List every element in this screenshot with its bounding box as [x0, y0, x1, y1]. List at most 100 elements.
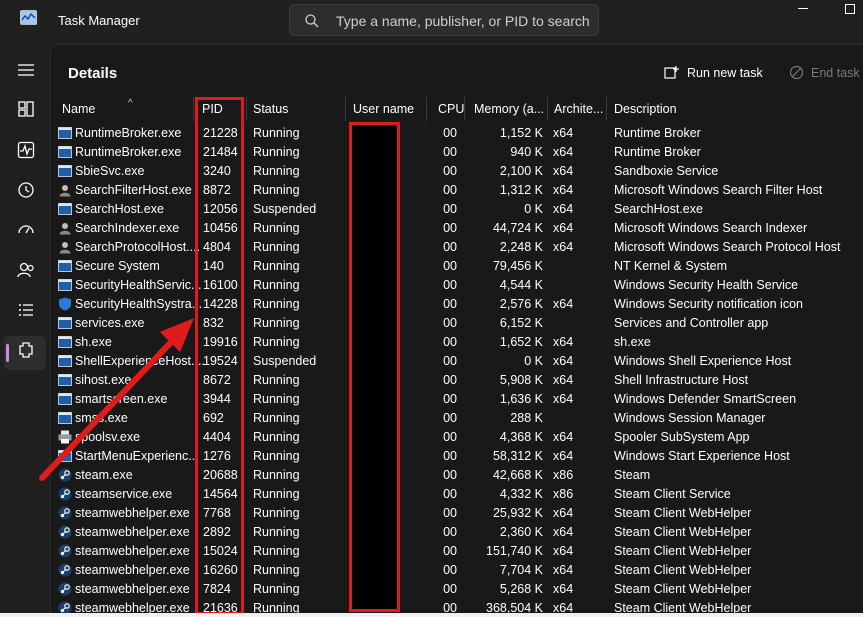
process-description: Steam	[614, 468, 651, 482]
process-memory: 25,932 K	[492, 506, 543, 520]
process-name: ShellExperienceHost....	[75, 354, 205, 368]
app-window-icon	[58, 203, 72, 215]
column-header-memory[interactable]: Memory (a...	[470, 97, 548, 121]
search-user-icon	[59, 223, 71, 235]
table-row[interactable]: RuntimeBroker.exe 21484 Running 00 940 Kx64 R…	[51, 143, 863, 162]
process-description: Microsoft Windows Search Indexer	[614, 221, 808, 235]
process-name: sh.exe	[75, 335, 112, 349]
column-header-cpu[interactable]: CPU	[434, 97, 465, 121]
process-name: Secure System	[75, 259, 160, 273]
table-row[interactable]: sh.exe 19916 Running 00 1,652 Kx64 sh.exe	[51, 333, 863, 352]
process-name: steamwebhelper.exe	[75, 506, 190, 520]
process-cpu: 00	[443, 145, 457, 159]
table-row[interactable]: steamwebhelper.exe 16260 Running 00 7,704 Kx…	[51, 561, 863, 580]
table-row[interactable]: steamservice.exe 14564 Running 00 4,332 Kx86…	[51, 485, 863, 504]
process-description: Runtime Broker	[614, 145, 701, 159]
process-cpu: 00	[443, 316, 457, 330]
table-row[interactable]: SearchFilterHost.exe 8872 Running 00 1,312 K…	[51, 181, 863, 200]
process-cpu: 00	[443, 487, 457, 501]
process-architecture: x64	[553, 544, 574, 558]
app-window-icon	[58, 146, 72, 158]
table-row[interactable]: spoolsv.exe 4404 Running 00 4,368 Kx64 Spoole…	[51, 428, 863, 447]
table-row[interactable]: SecurityHealthSystra... 14228 Running 00 2,5…	[51, 295, 863, 314]
table-row[interactable]: SbieSvc.exe 3240 Running 00 2,100 Kx64 Sandbo…	[51, 162, 863, 181]
process-table: RuntimeBroker.exe 21228 Running 00 1,152 Kx6…	[51, 124, 863, 617]
table-row[interactable]: steam.exe 20688 Running 00 42,668 Kx86 Steam	[51, 466, 863, 485]
details-icon[interactable]	[16, 300, 36, 320]
table-row[interactable]: StartMenuExperienc... 1276 Running 00 58,312…	[51, 447, 863, 466]
startup-apps-icon[interactable]	[16, 220, 36, 240]
search-user-icon	[59, 242, 71, 254]
process-description: Steam Client WebHelper	[614, 582, 752, 596]
table-row[interactable]: ShellExperienceHost.... 19524 Suspended 00 0…	[51, 352, 863, 371]
table-row[interactable]: steamwebhelper.exe 7768 Running 00 25,932 Kx…	[51, 504, 863, 523]
column-header-user-name[interactable]: User name	[349, 97, 427, 121]
minimize-button[interactable]	[798, 8, 808, 9]
performance-icon[interactable]	[16, 140, 36, 160]
process-memory: 0 K	[524, 354, 543, 368]
process-cpu: 00	[443, 297, 457, 311]
process-description: Steam Client WebHelper	[614, 544, 752, 558]
printer-icon	[58, 430, 72, 444]
table-row[interactable]: SearchHost.exe 12056 Suspended 00 0 Kx64 Sear…	[51, 200, 863, 219]
process-architecture: x64	[553, 354, 574, 368]
process-architecture: x64	[553, 506, 574, 520]
hamburger-menu-icon[interactable]	[16, 60, 36, 80]
table-row[interactable]: services.exe 832 Running 00 6,152 K Services …	[51, 314, 863, 333]
table-row[interactable]: sihost.exe 8672 Running 00 5,908 Kx64 Shell I…	[51, 371, 863, 390]
process-cpu: 00	[443, 582, 457, 596]
process-name: sihost.exe	[75, 373, 132, 387]
process-architecture: x86	[553, 468, 574, 482]
table-row[interactable]: SecurityHealthServic... 16100 Running 00 4,5…	[51, 276, 863, 295]
table-row[interactable]: steamwebhelper.exe 15024 Running 00 151,740 …	[51, 542, 863, 561]
process-cpu: 00	[443, 278, 457, 292]
run-new-task-button[interactable]: Run new task	[661, 61, 763, 85]
app-history-icon[interactable]	[16, 180, 36, 200]
process-memory: 1,652 K	[499, 335, 543, 349]
end-task-button[interactable]: End task	[787, 61, 860, 85]
process-name: steamwebhelper.exe	[75, 544, 190, 558]
table-row[interactable]: SearchProtocolHost.... 4804 Running 00 2,248…	[51, 238, 863, 257]
process-status: Running	[253, 392, 300, 406]
sort-ascending-icon: ^	[128, 98, 133, 109]
process-description: Sandboxie Service	[614, 164, 719, 178]
process-status: Running	[253, 240, 300, 254]
column-header-architecture[interactable]: Archite...	[550, 97, 607, 121]
table-row[interactable]: smartscreen.exe 3944 Running 00 1,636 Kx64 Wi…	[51, 390, 863, 409]
column-header-name[interactable]: ^ Name	[58, 97, 194, 121]
process-status: Running	[253, 544, 300, 558]
table-row[interactable]: RuntimeBroker.exe 21228 Running 00 1,152 Kx6…	[51, 124, 863, 143]
processes-icon[interactable]	[16, 99, 36, 119]
table-row[interactable]: steamwebhelper.exe 2892 Running 00 2,360 Kx6…	[51, 523, 863, 542]
services-icon[interactable]	[16, 340, 36, 360]
process-memory: 288 K	[510, 411, 543, 425]
process-cpu: 00	[443, 563, 457, 577]
process-memory: 151,740 K	[486, 544, 543, 558]
table-row[interactable]: Secure System 140 Running 00 79,456 K NT Kern…	[51, 257, 863, 276]
table-row[interactable]: steamwebhelper.exe 7824 Running 00 5,268 Kx6…	[51, 580, 863, 599]
process-cpu: 00	[443, 164, 457, 178]
search-input[interactable]: Type a name, publisher, or PID to search	[336, 13, 590, 29]
process-memory: 2,360 K	[499, 525, 543, 539]
app-window-icon	[58, 374, 72, 386]
maximize-button[interactable]	[845, 4, 855, 14]
process-status: Running	[253, 278, 300, 292]
table-row[interactable]: smss.exe 692 Running 00 288 K Windows Session…	[51, 409, 863, 428]
users-icon[interactable]	[16, 260, 36, 280]
process-status: Running	[253, 316, 300, 330]
process-cpu: 00	[443, 202, 457, 216]
app-window-icon	[58, 355, 72, 367]
process-memory: 940 K	[510, 145, 543, 159]
process-cpu: 00	[443, 449, 457, 463]
process-description: Shell Infrastructure Host	[614, 373, 749, 387]
process-memory: 2,100 K	[499, 164, 543, 178]
search-box[interactable]: Type a name, publisher, or PID to search	[289, 4, 599, 36]
process-status: Running	[253, 563, 300, 577]
process-description: Spooler SubSystem App	[614, 430, 750, 444]
column-header-description[interactable]: Description	[610, 97, 863, 121]
process-description: Microsoft Windows Search Protocol Host	[614, 240, 841, 254]
table-row[interactable]: SearchIndexer.exe 10456 Running 00 44,724 Kx…	[51, 219, 863, 238]
process-architecture: x64	[553, 525, 574, 539]
process-description: NT Kernel & System	[614, 259, 728, 273]
column-header-status[interactable]: Status	[249, 97, 346, 121]
